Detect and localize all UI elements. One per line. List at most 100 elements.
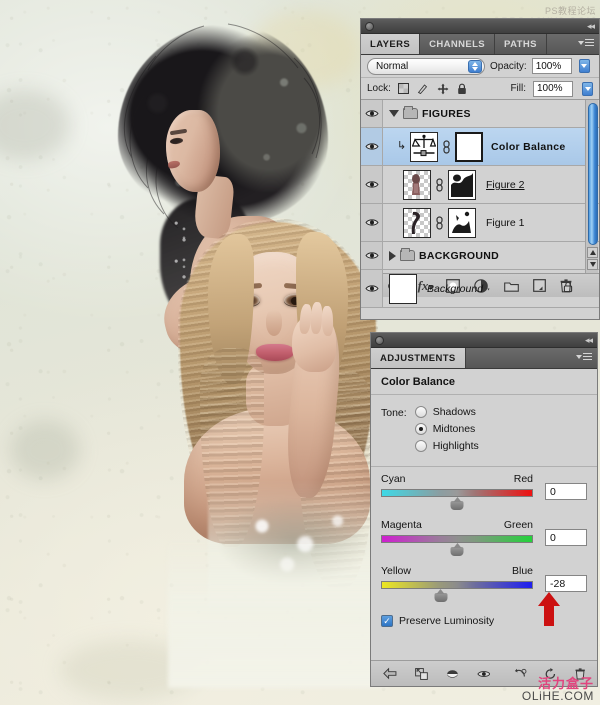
lock-options-row[interactable]: Lock: Fill: 100% xyxy=(361,78,599,100)
layer-list[interactable]: FIGURES ↳ Color Balance Figure 2 Figure … xyxy=(361,100,599,308)
toggle-layer-visibility-icon[interactable] xyxy=(446,668,459,680)
layer-visibility-toggle[interactable] xyxy=(361,242,383,269)
adjustments-panel[interactable]: ◂◂ ADJUSTMENTS Color Balance Tone: Shado… xyxy=(370,332,598,687)
radio-highlights[interactable]: Highlights xyxy=(414,440,479,452)
opacity-field[interactable]: 100% xyxy=(531,58,572,74)
layer-row-body[interactable]: ↳ Color Balance xyxy=(383,128,599,165)
preserve-luminosity-checkbox[interactable]: ✓ xyxy=(381,615,393,627)
layer-mask-thumbnail[interactable] xyxy=(448,207,476,238)
adjustments-panel-titlebar[interactable]: ◂◂ xyxy=(371,333,597,348)
return-to-adjustment-list-icon[interactable] xyxy=(383,667,397,680)
radio-shadows-dot[interactable] xyxy=(414,406,427,418)
fill-field[interactable]: 100% xyxy=(533,80,573,97)
slider-yellow-blue-value-field[interactable]: -28 xyxy=(545,575,587,592)
fill-dropdown-icon[interactable] xyxy=(582,81,593,96)
lock-position-move-icon[interactable] xyxy=(437,83,449,95)
layer-thumbnail[interactable] xyxy=(403,169,431,200)
table-row[interactable]: ↳ Color Balance xyxy=(361,128,599,166)
slider-magenta-green[interactable]: Magenta Green 0 xyxy=(371,515,597,556)
tab-paths[interactable]: PATHS xyxy=(495,34,547,54)
tab-layers[interactable]: LAYERS xyxy=(361,34,421,54)
slider-cyan-red-right-label: Red xyxy=(513,473,533,485)
color-balance-thumbnail[interactable] xyxy=(410,131,438,162)
radio-highlights-dot[interactable] xyxy=(414,440,427,452)
lock-transparency-icon[interactable] xyxy=(397,83,409,94)
radio-shadows[interactable]: Shadows xyxy=(414,406,479,418)
layer-visibility-toggle[interactable] xyxy=(361,166,383,203)
tab-channels[interactable]: CHANNELS xyxy=(420,34,496,54)
radio-midtones-dot[interactable] xyxy=(414,423,427,435)
blend-mode-select[interactable]: Normal xyxy=(367,57,485,75)
slider-yellow-blue[interactable]: Yellow Blue -28 xyxy=(371,561,597,602)
eye-icon xyxy=(364,181,379,188)
layers-scrollbar[interactable] xyxy=(585,100,598,273)
tone-radio-group[interactable]: Shadows Midtones Highlights xyxy=(414,406,479,452)
delete-adjustment-trash-icon[interactable] xyxy=(575,667,585,681)
link-mask-icon[interactable] xyxy=(442,139,451,154)
reset-to-previous-icon[interactable] xyxy=(514,667,527,680)
layer-row-body[interactable]: BACKGROUND xyxy=(383,242,599,269)
table-row[interactable]: FIGURES xyxy=(361,100,599,128)
preserve-luminosity-row[interactable]: ✓ Preserve Luminosity xyxy=(371,605,597,627)
slider-yellow-blue-knob[interactable] xyxy=(434,589,447,602)
clip-to-layer-icon[interactable] xyxy=(414,667,428,681)
table-row[interactable]: Figure 1 xyxy=(361,204,599,242)
chevron-right-icon[interactable] xyxy=(389,250,396,261)
panel-collapse-arrows-icon[interactable]: ◂◂ xyxy=(585,335,593,346)
panel-collapse-dot-icon[interactable] xyxy=(375,336,384,345)
slider-magenta-green-value-field[interactable]: 0 xyxy=(545,529,587,546)
layers-panel-tabs[interactable]: LAYERS CHANNELS PATHS xyxy=(361,34,599,55)
figure-2-bottom-fade xyxy=(168,538,388,688)
link-mask-icon[interactable] xyxy=(435,215,444,230)
layer-visibility-toggle[interactable] xyxy=(361,128,383,165)
layer-row-body[interactable]: Figure 1 xyxy=(383,204,599,241)
adjustments-panel-footer[interactable] xyxy=(371,660,597,686)
layer-visibility-toggle[interactable] xyxy=(361,270,383,307)
slider-cyan-red[interactable]: Cyan Red 0 xyxy=(371,469,597,510)
scroll-arrow-group[interactable] xyxy=(587,247,598,271)
slider-cyan-red-track[interactable] xyxy=(381,489,533,510)
layer-row-body[interactable]: Background xyxy=(383,270,599,307)
adjustments-panel-menu-button[interactable] xyxy=(576,353,592,361)
layers-panel-titlebar[interactable]: ◂◂ xyxy=(361,19,599,34)
layer-mask-thumbnail[interactable] xyxy=(448,169,476,200)
slider-magenta-green-left-label: Magenta xyxy=(381,519,422,531)
layers-scrollbar-thumb[interactable] xyxy=(588,103,598,245)
lock-icon-group[interactable] xyxy=(397,83,467,95)
layer-row-body[interactable]: Figure 2 xyxy=(383,166,599,203)
layer-thumbnail[interactable] xyxy=(403,207,431,238)
slider-magenta-green-knob[interactable] xyxy=(450,543,464,556)
slider-cyan-red-value-field[interactable]: 0 xyxy=(545,483,587,500)
layer-visibility-toggle[interactable] xyxy=(361,204,383,241)
radio-midtones[interactable]: Midtones xyxy=(414,423,479,435)
table-row[interactable]: Background xyxy=(361,270,599,308)
link-mask-icon[interactable] xyxy=(435,177,444,192)
reset-adjustment-icon[interactable] xyxy=(545,667,556,681)
table-row[interactable]: BACKGROUND xyxy=(361,242,599,270)
table-row[interactable]: Figure 2 xyxy=(361,166,599,204)
tone-selector[interactable]: Tone: Shadows Midtones Highlights xyxy=(371,395,597,458)
panel-collapse-arrows-icon[interactable]: ◂◂ xyxy=(587,21,595,32)
adjustments-panel-tabs[interactable]: ADJUSTMENTS xyxy=(371,348,597,369)
balance-scales-icon xyxy=(412,134,436,156)
panel-collapse-dot-icon[interactable] xyxy=(365,22,374,31)
blend-mode-stepper-icon[interactable] xyxy=(468,59,482,73)
scroll-up-arrow-icon[interactable] xyxy=(587,247,598,258)
tab-adjustments[interactable]: ADJUSTMENTS xyxy=(371,348,466,368)
layers-panel[interactable]: ◂◂ LAYERS CHANNELS PATHS Normal Opacity:… xyxy=(360,18,600,320)
layer-visibility-toggle[interactable] xyxy=(361,100,383,127)
layers-panel-menu-button[interactable] xyxy=(578,39,594,47)
scroll-down-arrow-icon[interactable] xyxy=(587,259,598,270)
layer-row-body[interactable]: FIGURES xyxy=(383,100,599,127)
lock-all-padlock-icon[interactable] xyxy=(457,83,467,95)
preview-eye-icon[interactable] xyxy=(477,669,491,679)
background-thumbnail[interactable] xyxy=(389,273,417,304)
slider-yellow-blue-track[interactable] xyxy=(381,581,533,602)
layer-mask-thumbnail[interactable] xyxy=(455,131,483,162)
chevron-down-icon[interactable] xyxy=(389,110,399,117)
layer-blend-options-row[interactable]: Normal Opacity: 100% xyxy=(361,55,599,78)
slider-cyan-red-knob[interactable] xyxy=(450,497,464,510)
opacity-dropdown-icon[interactable] xyxy=(578,59,590,73)
lock-image-brush-icon[interactable] xyxy=(417,83,429,94)
slider-magenta-green-track[interactable] xyxy=(381,535,533,556)
